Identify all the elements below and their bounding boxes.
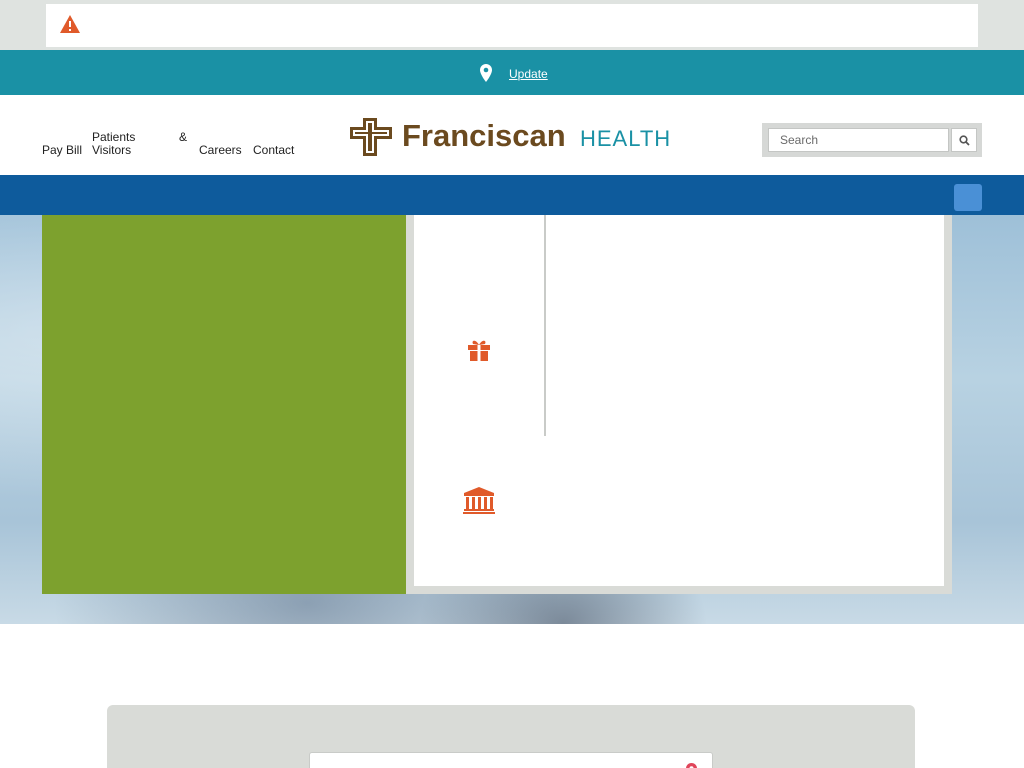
- search-input[interactable]: [768, 128, 949, 152]
- hero-green-panel: [42, 215, 406, 594]
- location-pin-icon[interactable]: [686, 763, 697, 768]
- site-header: Pay Bill Patients & Visitors Careers Con…: [0, 95, 1024, 175]
- careers-link[interactable]: Careers: [199, 144, 242, 157]
- search-icon: [958, 134, 970, 146]
- cross-logo-icon: [350, 118, 392, 156]
- location-bar: Update: [0, 50, 1024, 95]
- contact-link[interactable]: Contact: [253, 144, 294, 157]
- update-location-link[interactable]: Update: [509, 67, 548, 81]
- search-button[interactable]: [951, 128, 977, 152]
- bank-icon[interactable]: [463, 487, 495, 514]
- patients-visitors-link[interactable]: Patients & Visitors: [92, 131, 192, 159]
- alert-box: [46, 4, 978, 47]
- pay-bill-link[interactable]: Pay Bill: [42, 144, 82, 157]
- hero-divider: [544, 215, 546, 436]
- hero-info-panel: [414, 215, 944, 586]
- gift-icon[interactable]: [466, 339, 492, 361]
- warning-icon: [60, 15, 80, 33]
- city-zip-input[interactable]: [309, 752, 713, 768]
- search-box: [762, 123, 982, 157]
- logo-word-health: HEALTH: [580, 126, 671, 151]
- hero-banner: [0, 215, 1024, 624]
- menu-button[interactable]: [954, 184, 982, 211]
- alert-strip: [0, 0, 1024, 50]
- map-pin-icon: [480, 64, 492, 82]
- ampersand-label: &: [179, 130, 188, 144]
- logo-word-franciscan: Franciscan: [402, 118, 566, 153]
- main-nav-bar: [0, 175, 1024, 215]
- location-finder: [107, 705, 915, 768]
- franciscan-health-logo[interactable]: Franciscan HEALTH: [350, 118, 676, 156]
- visitors-label: Visitors: [92, 143, 132, 157]
